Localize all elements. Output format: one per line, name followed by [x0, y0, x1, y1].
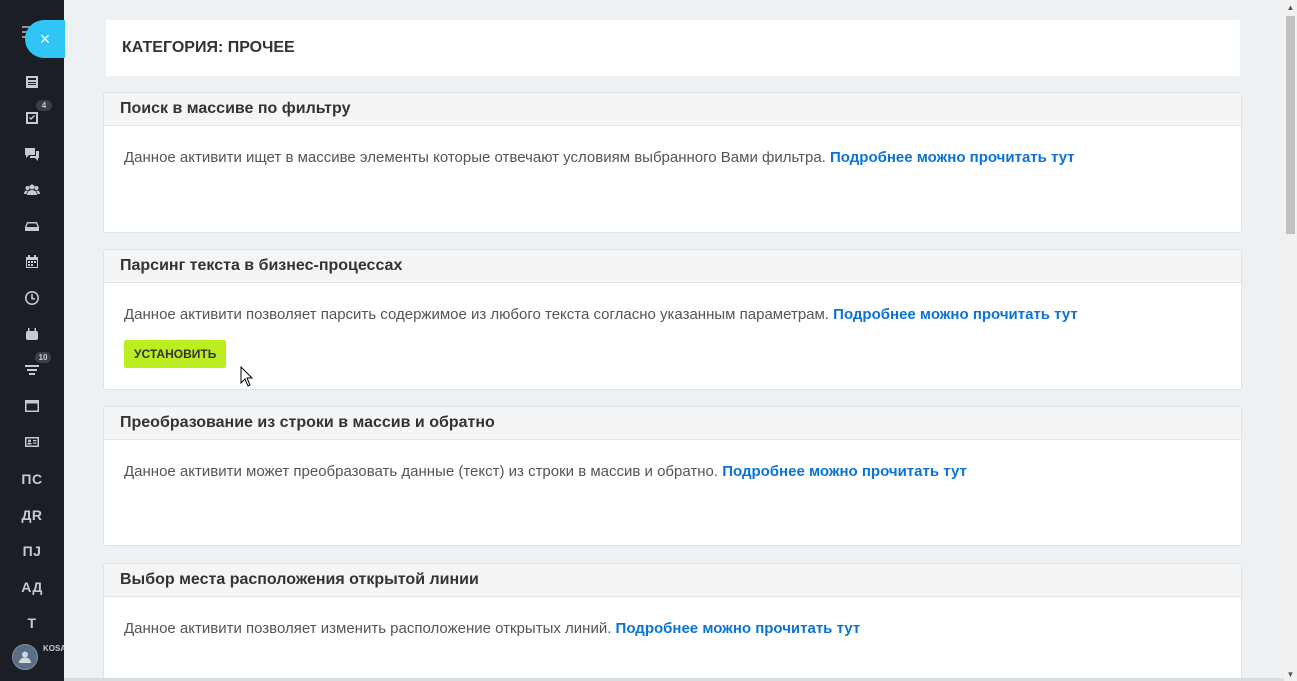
- funnel-icon: [25, 365, 39, 375]
- sidebar-item-feed[interactable]: [20, 70, 44, 94]
- close-button[interactable]: ×: [25, 20, 65, 58]
- sidebar: × 4 10 ПС ДR ПJ АД Т KOSA ВСЁ Б: [0, 0, 65, 681]
- card-title: Парсинг текста в бизнес-процессах: [104, 250, 1241, 283]
- page-title: КАТЕГОРИЯ: ПРОЧЕЕ: [106, 20, 1240, 76]
- tasks-badge: 4: [36, 100, 52, 111]
- user-icon: [19, 651, 31, 663]
- checkbox-icon: [26, 112, 38, 124]
- sidebar-item-robots[interactable]: [20, 322, 44, 346]
- scroll-up-icon[interactable]: ▲: [1284, 0, 1297, 14]
- sidebar-item-pj[interactable]: ПJ: [20, 539, 44, 563]
- card-body: Данное активити ищет в массиве элементы …: [104, 126, 1241, 166]
- sidebar-item-ad[interactable]: АД: [20, 575, 44, 599]
- card-title: Выбор места расположения открытой линии: [104, 564, 1241, 597]
- card-title: Поиск в массиве по фильтру: [104, 93, 1241, 126]
- scrollbar-thumb[interactable]: [1286, 16, 1295, 234]
- read-more-link[interactable]: Подробнее можно прочитать тут: [830, 149, 1075, 166]
- card-description: Данное активити может преобразовать данн…: [124, 463, 719, 480]
- main-content: КАТЕГОРИЯ: ПРОЧЕЕ Поиск в массиве по фил…: [64, 0, 1284, 681]
- drive-icon: [25, 222, 39, 231]
- mouse-cursor-icon: [240, 366, 254, 387]
- read-more-link[interactable]: Подробнее можно прочитать тут: [833, 306, 1078, 323]
- read-more-link[interactable]: Подробнее можно прочитать тут: [616, 620, 861, 637]
- chat-icon: [25, 148, 39, 161]
- crm-badge: 10: [35, 352, 51, 363]
- read-more-link[interactable]: Подробнее можно прочитать тут: [722, 463, 967, 480]
- newspaper-icon: [26, 76, 38, 88]
- close-icon: ×: [39, 28, 51, 49]
- users-icon: [24, 184, 40, 195]
- card-description: Данное активити позволяет парсить содерж…: [124, 306, 829, 323]
- activity-card: Выбор места расположения открытой линии …: [103, 563, 1242, 681]
- sidebar-item-contacts[interactable]: [20, 430, 44, 454]
- sidebar-item-time[interactable]: [20, 286, 44, 310]
- vertical-scrollbar[interactable]: ▲ ▼: [1284, 0, 1297, 681]
- sidebar-item-drive[interactable]: [20, 214, 44, 238]
- robot-icon: [26, 328, 38, 340]
- scroll-down-icon[interactable]: ▼: [1284, 667, 1297, 681]
- sidebar-item-t[interactable]: Т: [20, 611, 44, 635]
- card-description: Данное активити позволяет изменить распо…: [124, 620, 612, 637]
- activity-card: Преобразование из строки в массив и обра…: [103, 406, 1242, 546]
- sidebar-item-groups[interactable]: [20, 178, 44, 202]
- user-profile[interactable]: KOSA ВСЁ Б: [10, 642, 64, 670]
- sidebar-item-dr[interactable]: ДR: [20, 503, 44, 527]
- window-icon: [25, 400, 39, 412]
- sidebar-item-calendar[interactable]: [20, 250, 44, 274]
- card-body: Данное активити позволяет парсить содерж…: [104, 283, 1241, 368]
- sidebar-item-crm[interactable]: 10: [20, 352, 51, 382]
- avatar-label: KOSA ВСЁ Б: [43, 644, 64, 653]
- avatar: [12, 644, 38, 670]
- install-button[interactable]: УСТАНОВИТЬ: [124, 340, 227, 368]
- card-title: Преобразование из строки в массив и обра…: [104, 407, 1241, 440]
- card-description: Данное активити ищет в массиве элементы …: [124, 149, 826, 166]
- sidebar-item-tasks[interactable]: 4: [20, 100, 52, 130]
- contact-card-icon: [25, 437, 39, 447]
- activity-card: Поиск в массиве по фильтру Данное активи…: [103, 92, 1242, 233]
- clock-icon: [25, 291, 39, 305]
- card-body: Данное активити позволяет изменить распо…: [104, 597, 1241, 637]
- card-body: Данное активити может преобразовать данн…: [104, 440, 1241, 480]
- activity-card: Парсинг текста в бизнес-процессах Данное…: [103, 249, 1242, 390]
- sidebar-item-sites[interactable]: [20, 394, 44, 418]
- calendar-icon: [26, 255, 38, 268]
- sidebar-item-ps[interactable]: ПС: [20, 467, 44, 491]
- sidebar-item-chat[interactable]: [20, 142, 44, 166]
